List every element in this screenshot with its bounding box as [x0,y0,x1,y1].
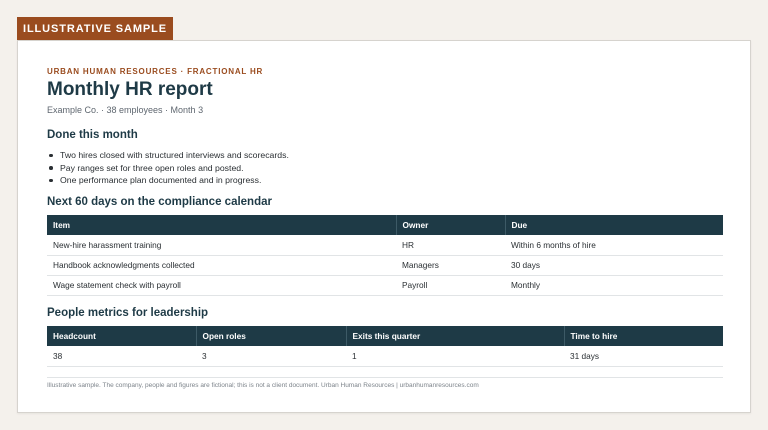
cell-exits: 1 [346,346,564,367]
table-header-row: Item Owner Due [47,215,723,235]
cell-time-to-hire: 31 days [564,346,723,367]
table-row: Handbook acknowledgments collected Manag… [47,255,723,276]
list-item-text: Pay ranges set for three open roles and … [60,162,244,173]
cell-due: 30 days [505,255,723,276]
cell-due: Monthly [505,275,723,296]
table-row: Wage statement check with payroll Payrol… [47,275,723,296]
company-eyebrow: URBAN HUMAN RESOURCES · FRACTIONAL HR [47,67,264,76]
page-subtitle: Example Co. · 38 employees · Month 3 [47,105,204,115]
page-title: Monthly HR report [47,79,213,100]
cell-headcount: 38 [47,346,196,367]
cell-due: Within 6 months of hire [505,235,723,256]
compliance-table: Item Owner Due New-hire harassment train… [47,215,723,296]
sample-badge: ILLUSTRATIVE SAMPLE [17,17,173,40]
column-header-due: Due [505,215,723,235]
table-row: New-hire harassment training HR Within 6… [47,235,723,256]
bullet-icon [49,178,53,182]
footer-disclaimer: Illustrative sample. The company, people… [47,382,479,389]
cell-item: New-hire harassment training [47,235,396,256]
footer-divider [47,377,723,378]
table-header-row: Headcount Open roles Exits this quarter … [47,326,723,346]
table-row: 38 3 1 31 days [47,346,723,367]
column-header-time-to-hire: Time to hire [564,326,723,346]
cell-open-roles: 3 [196,346,346,367]
done-list: Two hires closed with structured intervi… [47,149,289,187]
metrics-heading: People metrics for leadership [47,307,209,319]
list-item: Pay ranges set for three open roles and … [47,162,289,175]
cell-owner: Managers [396,255,505,276]
list-item-text: Two hires closed with structured intervi… [60,150,289,160]
list-item: One performance plan documented and in p… [47,174,289,187]
cell-owner: HR [396,235,505,256]
column-header-headcount: Headcount [47,326,197,346]
bullet-icon [49,153,53,157]
cell-item: Wage statement check with payroll [47,275,396,296]
column-header-exits: Exits this quarter [346,326,565,346]
column-header-open-roles: Open roles [196,326,347,346]
column-header-owner: Owner [396,215,506,235]
metrics-table: Headcount Open roles Exits this quarter … [47,326,723,367]
cell-item: Handbook acknowledgments collected [47,255,396,276]
bullet-icon [49,166,53,170]
report-card: URBAN HUMAN RESOURCES · FRACTIONAL HR Mo… [17,40,751,413]
list-item: Two hires closed with structured intervi… [47,149,289,162]
column-header-item: Item [47,215,397,235]
done-heading: Done this month [47,129,138,141]
list-item-text: One performance plan documented and in p… [60,175,262,185]
cell-owner: Payroll [396,275,505,296]
compliance-heading: Next 60 days on the compliance calendar [47,196,272,208]
